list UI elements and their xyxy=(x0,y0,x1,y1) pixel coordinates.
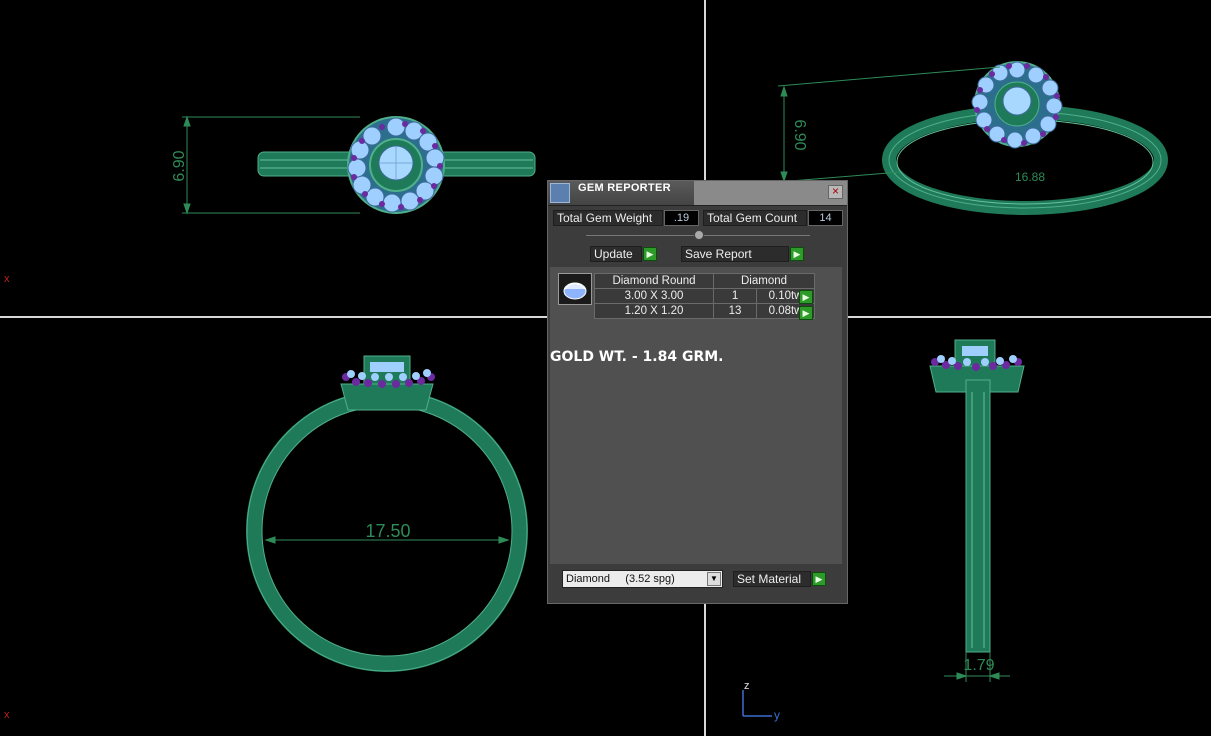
total-gem-weight-value: .19 xyxy=(664,210,699,226)
ring-top-view xyxy=(257,116,536,214)
gem-reporter-titlebar[interactable]: GEM REPORTER × xyxy=(548,181,847,206)
chevron-down-icon[interactable]: ▼ xyxy=(707,572,721,586)
set-material-button[interactable]: Set Material xyxy=(733,571,811,587)
gold-weight-note: GOLD WT. - 1.84 GRM. xyxy=(550,349,724,365)
axis-gizmo xyxy=(742,690,772,717)
table-row: 1.20 X 1.20 13 0.08tw xyxy=(594,303,815,319)
close-button[interactable]: × xyxy=(828,185,843,199)
set-material-go-icon[interactable]: ▶ xyxy=(812,572,826,586)
dimension-label-iso: 6.90 xyxy=(791,119,808,150)
header-shape: Diamond Round xyxy=(594,273,714,289)
ring-side-view xyxy=(929,339,1025,653)
update-button[interactable]: Update xyxy=(590,246,642,262)
gem-reporter-title: GEM REPORTER xyxy=(578,182,671,194)
row-count: 13 xyxy=(712,303,758,319)
save-report-go-icon[interactable]: ▶ xyxy=(790,247,804,261)
material-select[interactable]: Diamond (3.52 spg) ▼ xyxy=(562,570,723,588)
total-gem-count-value: 14 xyxy=(808,210,843,226)
dimension-label-iso-partial: 16.88 xyxy=(1015,170,1045,184)
ring-iso-view xyxy=(882,61,1168,215)
row-2-go-icon[interactable]: ▶ xyxy=(799,306,813,320)
axis-x-label-top: x xyxy=(4,273,10,285)
diamond-round-icon xyxy=(558,273,592,305)
header-material: Diamond xyxy=(713,273,815,289)
gem-table-header: Diamond Round Diamond xyxy=(594,273,815,289)
save-report-button[interactable]: Save Report xyxy=(681,246,789,262)
dimension-label-front: 17.50 xyxy=(365,521,410,541)
total-gem-count-label: Total Gem Count xyxy=(703,210,807,226)
update-go-icon[interactable]: ▶ xyxy=(643,247,657,261)
gem-report-content: Diamond Round Diamond 3.00 X 3.00 1 0.10… xyxy=(550,267,842,564)
collapse-toggle-icon[interactable] xyxy=(694,230,704,240)
titlebar-right-area xyxy=(694,181,847,205)
dimension-label-side: 1.79 xyxy=(963,657,994,674)
total-gem-weight-label: Total Gem Weight xyxy=(553,210,663,226)
axis-y-label: y xyxy=(774,708,780,722)
material-select-value: Diamond (3.52 spg) xyxy=(566,573,675,585)
row-count: 1 xyxy=(712,288,758,304)
axis-z-label: z xyxy=(744,680,750,692)
dimension-label-top: 6.90 xyxy=(171,150,188,181)
gem-table: Diamond Round Diamond 3.00 X 3.00 1 0.10… xyxy=(594,273,815,319)
ring-front-view xyxy=(246,355,528,672)
row-size: 1.20 X 1.20 xyxy=(594,303,714,319)
table-row: 3.00 X 3.00 1 0.10tw xyxy=(594,288,815,304)
gem-reporter-app-icon xyxy=(550,183,570,203)
row-size: 3.00 X 3.00 xyxy=(594,288,714,304)
gem-reporter-panel: GEM REPORTER × Total Gem Weight .19 Tota… xyxy=(547,180,848,604)
axis-x-label-bottom: x xyxy=(4,709,10,721)
row-1-go-icon[interactable]: ▶ xyxy=(799,290,813,304)
